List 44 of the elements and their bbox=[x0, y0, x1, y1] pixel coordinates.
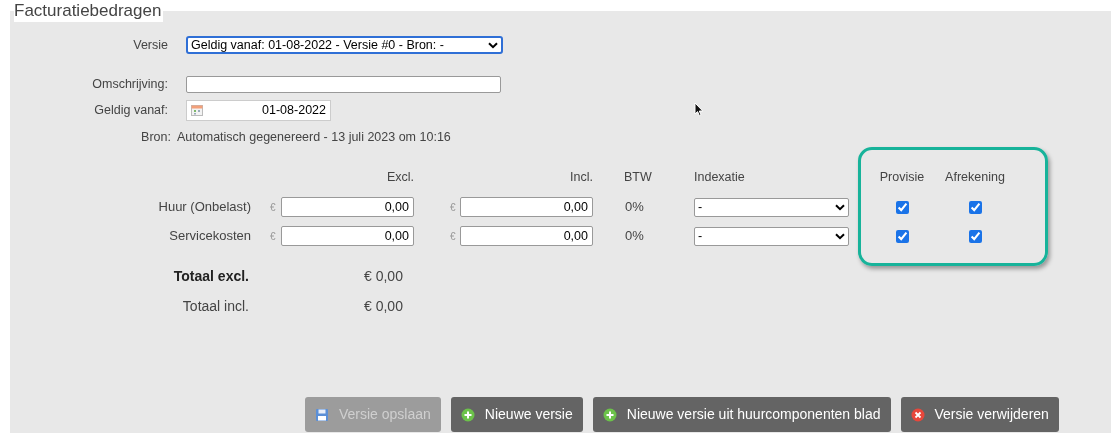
chevron-icon bbox=[488, 41, 498, 49]
amount-field[interactable]: 0,00 bbox=[281, 226, 414, 246]
column-header: Indexatie bbox=[694, 168, 746, 186]
column-header: Excl. bbox=[385, 168, 414, 186]
amount-field[interactable]: 0,00 bbox=[281, 197, 414, 217]
vat-text: 0% bbox=[625, 198, 645, 217]
action-button[interactable]: Versie verwijderen bbox=[900, 397, 1059, 432]
action-button[interactable]: Nieuwe versie bbox=[450, 397, 583, 432]
checkbox[interactable] bbox=[895, 229, 909, 243]
total-value: € 0,00 bbox=[364, 266, 403, 286]
date-field[interactable]: 01-08-2022 bbox=[186, 99, 331, 121]
total-value: € 0,00 bbox=[364, 296, 403, 316]
column-header: BTW bbox=[624, 168, 653, 186]
checkbox[interactable] bbox=[968, 229, 982, 243]
row-label: Huur (Onbelast) bbox=[157, 198, 251, 217]
source-text: Automatisch gegenereerd - 13 juli 2023 om 10:16 bbox=[177, 128, 451, 146]
chevron-icon bbox=[835, 203, 845, 211]
column-header: Provisie bbox=[878, 168, 926, 186]
currency-sign: € bbox=[450, 200, 457, 215]
field-label: Geldig vanaf: bbox=[93, 101, 168, 119]
currency-sign: € bbox=[270, 200, 277, 215]
calendar-icon[interactable] bbox=[191, 104, 203, 116]
version-select[interactable]: Geldig vanaf: 01-08-2022 - Versie #0 - Bron: - bbox=[186, 36, 503, 54]
checkbox[interactable] bbox=[895, 200, 909, 214]
vat-text: 0% bbox=[625, 227, 645, 246]
currency-sign: € bbox=[450, 229, 457, 244]
amount-field[interactable]: 0,00 bbox=[460, 226, 593, 246]
currency-sign: € bbox=[270, 229, 277, 244]
column-header: Afrekening bbox=[945, 168, 1005, 186]
total-label: Totaal excl. bbox=[172, 266, 250, 286]
field-label: Omschrijving: bbox=[91, 75, 168, 93]
checkbox[interactable] bbox=[968, 200, 982, 214]
close-icon bbox=[910, 407, 925, 422]
total-label: Totaal incl. bbox=[181, 296, 250, 316]
plus-icon bbox=[460, 407, 475, 422]
plus-icon bbox=[602, 407, 617, 422]
action-button[interactable]: Nieuwe versie uit huurcomponenten blad bbox=[592, 397, 891, 432]
field-label: Versie bbox=[132, 36, 168, 54]
field-label: Bron: bbox=[140, 128, 171, 146]
pointer-icon bbox=[694, 102, 704, 117]
chevron-icon bbox=[835, 232, 845, 240]
amount-field[interactable]: 0,00 bbox=[460, 197, 593, 217]
column-header: Incl. bbox=[569, 168, 593, 186]
row-label: Servicekosten bbox=[168, 227, 251, 246]
